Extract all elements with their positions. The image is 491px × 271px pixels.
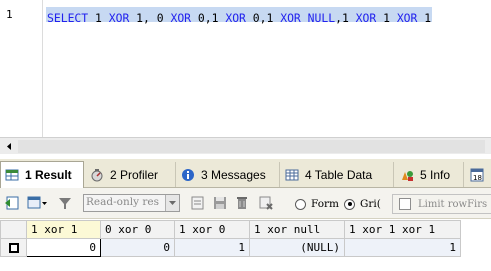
code-line-selected[interactable]: SELECT 1 XOR 1, 0 XOR 0,1 XOR 0,1 XOR NU…	[46, 7, 433, 25]
sql-token-keyword: XOR	[355, 11, 377, 25]
tab-table-data[interactable]: 4 Table Data	[281, 162, 394, 187]
add-row-icon[interactable]	[190, 195, 206, 211]
grid-corner[interactable]	[0, 220, 27, 239]
history-icon: 18	[470, 168, 484, 182]
result-grid-icon	[5, 168, 19, 182]
tab-history[interactable]: 18	[466, 162, 491, 187]
editor-horizontal-scrollbar[interactable]	[0, 137, 491, 154]
row-marker-icon	[8, 243, 19, 253]
sql-editor[interactable]: 1 SELECT 1 XOR 1, 0 XOR 0,1 XOR 0,1 XOR …	[0, 0, 491, 137]
sql-token-punct	[349, 11, 356, 25]
sql-token-punct	[301, 11, 308, 25]
gutter-divider	[42, 0, 43, 137]
tab-result-label: 1 Result	[25, 168, 72, 182]
line-number: 1	[6, 8, 13, 21]
column-header[interactable]: 1 xor 1	[26, 220, 101, 239]
table-cell[interactable]: (NULL)	[249, 238, 345, 257]
limit-rows-label: Limit rowFirs	[418, 198, 488, 210]
grid-view-radio[interactable]: Gri(	[344, 197, 381, 211]
tab-table-data-label: 4 Table Data	[305, 167, 373, 182]
table-data-icon	[285, 168, 299, 182]
header-row: 1 xor 1 0 xor 0 1 xor 0 1 xor null 1 xor…	[0, 220, 461, 239]
tab-info[interactable]: 5 Info	[396, 162, 464, 187]
result-toolbar: Read-only res Form Gri(Limit rowFirs	[0, 188, 491, 219]
tab-profiler[interactable]: 2 Profiler	[86, 162, 176, 187]
limit-rows-control[interactable]: Limit rowFirs	[392, 194, 491, 214]
sql-token-number: 1	[383, 11, 390, 25]
sql-token-number: 1	[341, 11, 349, 25]
sql-token-number: 1	[424, 11, 432, 25]
sql-token-keyword: XOR	[108, 11, 130, 25]
scrollbar-thumb[interactable]	[18, 140, 485, 153]
sql-token-keyword: SELECT	[47, 11, 89, 25]
filter-icon[interactable]	[57, 195, 73, 211]
sql-token-keyword: XOR	[280, 11, 301, 25]
svg-text:18: 18	[473, 174, 482, 182]
table-cell[interactable]: 1	[344, 238, 461, 257]
sql-token-punct: ,	[143, 11, 157, 25]
column-header[interactable]: 0 xor 0	[100, 220, 175, 239]
tab-result[interactable]: 1 Result	[0, 161, 84, 188]
sql-token-keyword: XOR	[396, 11, 418, 25]
export-icon[interactable]	[4, 195, 20, 211]
read-only-select[interactable]: Read-only res	[83, 194, 180, 212]
column-header[interactable]: 1 xor null	[249, 220, 345, 239]
save-icon[interactable]	[212, 195, 228, 211]
sql-token-keyword: NULL	[307, 11, 336, 25]
form-radio-circle[interactable]	[295, 198, 306, 210]
form-view-radio[interactable]: Form	[295, 197, 339, 211]
cancel-changes-icon[interactable]	[258, 195, 274, 211]
sql-token-number: 1	[136, 11, 144, 25]
tab-messages[interactable]: 3 Messages	[177, 162, 280, 187]
sql-token-number: 1	[95, 11, 102, 25]
sql-token-punct	[102, 11, 109, 25]
form-radio-label: Form	[311, 198, 340, 210]
sql-token-number: 0	[197, 11, 205, 25]
chevron-down-icon[interactable]	[165, 195, 179, 211]
sql-token-number: 0	[156, 11, 164, 25]
limit-rows-checkbox[interactable]	[399, 198, 411, 210]
column-header[interactable]: 1 xor 0	[174, 220, 250, 239]
sql-token-punct	[191, 11, 198, 25]
grid-radio-label: Gri(	[360, 198, 381, 210]
sql-token-keyword: XOR	[170, 11, 192, 25]
info-messages-icon	[181, 168, 195, 182]
results-grid[interactable]: 1 xor 1 0 xor 0 1 xor 0 1 xor null 1 xor…	[0, 220, 491, 271]
tab-profiler-label: 2 Profiler	[110, 167, 159, 182]
sql-token-punct	[246, 11, 253, 25]
column-header[interactable]: 1 xor 1 xor 1	[344, 220, 461, 239]
sql-token-number: 0	[252, 11, 260, 25]
scroll-left-arrow-icon[interactable]	[3, 140, 16, 153]
tab-messages-label: 3 Messages	[201, 167, 266, 182]
grid-radio-circle[interactable]	[344, 198, 355, 210]
line-number-gutter: 1	[0, 0, 42, 137]
table-cell-selected[interactable]: 0	[26, 238, 101, 257]
table-row[interactable]: 0 0 1 (NULL) 1	[0, 238, 461, 257]
import-dropdown-icon[interactable]	[27, 195, 49, 211]
sql-token-punct: ,	[204, 11, 212, 25]
results-table[interactable]: 1 xor 1 0 xor 0 1 xor 0 1 xor null 1 xor…	[0, 220, 461, 257]
sql-token-punct: ,	[335, 11, 342, 25]
row-selector[interactable]	[0, 238, 27, 257]
info-icon	[400, 168, 414, 182]
table-cell[interactable]: 0	[100, 238, 175, 257]
sql-token-punct: ,	[259, 11, 267, 25]
profiler-icon	[90, 168, 104, 182]
sql-token-keyword: XOR	[225, 11, 246, 25]
read-only-select-value: Read-only res	[86, 196, 159, 208]
tab-info-label: 5 Info	[420, 167, 451, 182]
sql-token-punct	[390, 11, 397, 25]
sql-token-punct	[88, 11, 95, 25]
results-tab-bar: 1 Result 2 Profiler 3 Messages 4 Table D…	[0, 159, 491, 188]
table-cell[interactable]: 1	[174, 238, 250, 257]
delete-icon[interactable]	[234, 195, 250, 211]
